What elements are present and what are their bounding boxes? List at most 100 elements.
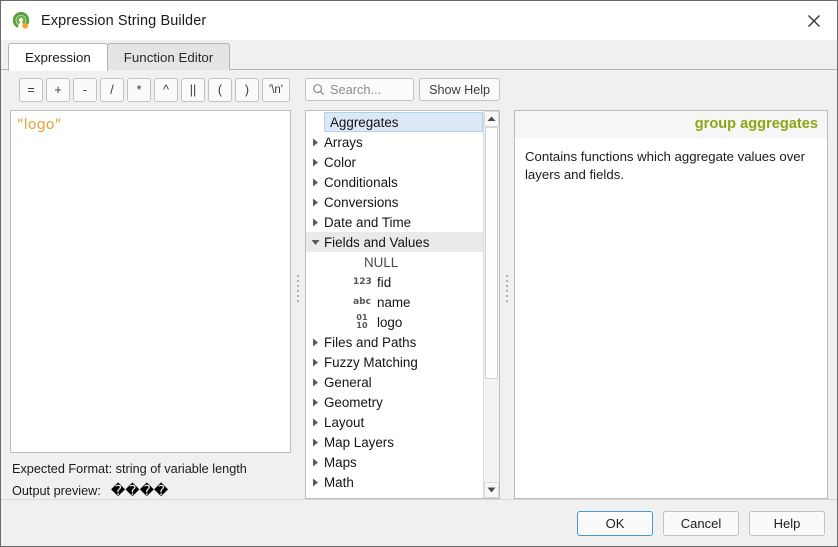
- tree-item-field-logo[interactable]: 0110 logo: [306, 312, 483, 332]
- tree-item-fuzzy-matching[interactable]: Fuzzy Matching: [306, 352, 483, 372]
- tree-item-label: NULL: [364, 255, 398, 270]
- help-description: Contains functions which aggregate value…: [515, 138, 827, 185]
- chevron-right-icon: [306, 178, 324, 187]
- help-button[interactable]: Help: [749, 511, 825, 536]
- scroll-down-icon[interactable]: [484, 482, 499, 498]
- chevron-right-icon: [306, 218, 324, 227]
- chevron-right-icon: [306, 458, 324, 467]
- expression-pane: = + - / * ^ || ( ) '\n' "logo" Expected …: [10, 78, 291, 499]
- splitter-right[interactable]: [500, 78, 514, 499]
- integer-field-icon: 123: [353, 278, 371, 287]
- tree-item-general[interactable]: General: [306, 372, 483, 392]
- tab-function-editor-label: Function Editor: [124, 50, 213, 65]
- tree-item-label: fid: [377, 275, 391, 290]
- operator-close-paren-button[interactable]: ): [235, 78, 259, 102]
- tab-function-editor[interactable]: Function Editor: [107, 43, 230, 70]
- operator-concat-button[interactable]: ||: [181, 78, 205, 102]
- tree-item-null[interactable]: NULL: [306, 252, 483, 272]
- operator-newline-button[interactable]: '\n': [262, 78, 290, 102]
- chevron-right-icon: [306, 438, 324, 447]
- tree-item-label: logo: [377, 315, 402, 330]
- operator-multiply-button[interactable]: *: [127, 78, 151, 102]
- tree-item-date-and-time[interactable]: Date and Time: [306, 212, 483, 232]
- title-bar: Expression String Builder: [1, 1, 837, 40]
- tree-item-fields-and-values[interactable]: Fields and Values: [306, 232, 483, 252]
- tree-item-conditionals[interactable]: Conditionals: [306, 172, 483, 192]
- chevron-right-icon: [306, 198, 324, 207]
- tree-item-label: Layout: [324, 415, 364, 430]
- panes-container: = + - / * ^ || ( ) '\n' "logo" Expected …: [10, 78, 828, 499]
- expression-string-builder-dialog: Expression String Builder Expression Fun…: [0, 0, 838, 547]
- help-box: group aggregates Contains functions whic…: [514, 110, 828, 499]
- tree-item-label: Math: [324, 475, 354, 490]
- text-field-icon: abc: [353, 298, 371, 307]
- tree-item-label: Geometry: [324, 395, 383, 410]
- chevron-right-icon: [306, 478, 324, 487]
- tree-item-maps[interactable]: Maps: [306, 452, 483, 472]
- search-row: Search... Show Help: [305, 78, 500, 101]
- tree-item-files-and-paths[interactable]: Files and Paths: [306, 332, 483, 352]
- tree-item-field-name[interactable]: abc name: [306, 292, 483, 312]
- dialog-body: = + - / * ^ || ( ) '\n' "logo" Expected …: [1, 70, 837, 499]
- operator-button-bar: = + - / * ^ || ( ) '\n': [10, 78, 291, 102]
- tree-item-arrays[interactable]: Arrays: [306, 132, 483, 152]
- tree-item-aggregates[interactable]: Aggregates: [324, 112, 483, 132]
- splitter-left[interactable]: [291, 78, 305, 499]
- show-help-button[interactable]: Show Help: [419, 78, 500, 101]
- tab-bar: Expression Function Editor: [1, 40, 837, 70]
- operator-divide-button[interactable]: /: [100, 78, 124, 102]
- tree-item-layout[interactable]: Layout: [306, 412, 483, 432]
- operator-minus-button[interactable]: -: [73, 78, 97, 102]
- chevron-right-icon: [306, 358, 324, 367]
- tree-scrollbar-thumb[interactable]: [485, 127, 498, 379]
- tree-item-label: Aggregates: [330, 115, 399, 130]
- tree-item-conversions[interactable]: Conversions: [306, 192, 483, 212]
- tree-item-map-layers[interactable]: Map Layers: [306, 432, 483, 452]
- status-area: Expected Format: string of variable leng…: [10, 453, 291, 499]
- tree-item-label: Files and Paths: [324, 335, 416, 350]
- output-preview-value: ����: [111, 483, 168, 499]
- operator-equals-button[interactable]: =: [19, 78, 43, 102]
- tree-item-label: Arrays: [324, 135, 363, 150]
- search-placeholder: Search...: [330, 82, 381, 97]
- help-title: group aggregates: [515, 111, 827, 138]
- close-icon[interactable]: [791, 1, 837, 40]
- tree-item-math[interactable]: Math: [306, 472, 483, 492]
- function-tree: Aggregates Arrays Color Conditio: [305, 110, 500, 499]
- operator-power-button[interactable]: ^: [154, 78, 178, 102]
- chevron-right-icon: [306, 418, 324, 427]
- chevron-right-icon: [306, 138, 324, 147]
- chevron-right-icon: [306, 378, 324, 387]
- chevron-right-icon: [306, 398, 324, 407]
- cancel-button[interactable]: Cancel: [663, 511, 739, 536]
- ok-button[interactable]: OK: [577, 511, 653, 536]
- tree-scrollbar-track[interactable]: [484, 127, 499, 482]
- function-tree-pane: Search... Show Help Aggregates Arrays: [305, 78, 500, 499]
- tree-item-label: name: [377, 295, 411, 310]
- expression-input[interactable]: "logo": [10, 110, 291, 453]
- tree-item-label: General: [324, 375, 372, 390]
- search-input[interactable]: Search...: [305, 78, 414, 101]
- qgis-logo-icon: [10, 10, 32, 32]
- tree-item-label: Fuzzy Matching: [324, 355, 418, 370]
- scroll-up-icon[interactable]: [484, 111, 499, 127]
- help-pane: group aggregates Contains functions whic…: [514, 78, 828, 499]
- output-preview-label: Output preview:: [12, 484, 101, 498]
- tree-scrollbar[interactable]: [483, 111, 499, 498]
- binary-field-icon: 0110: [353, 314, 371, 329]
- tree-item-label: Date and Time: [324, 215, 411, 230]
- tree-item-color[interactable]: Color: [306, 152, 483, 172]
- tree-item-geometry[interactable]: Geometry: [306, 392, 483, 412]
- splitter-grip-icon: [297, 275, 299, 302]
- window-title: Expression String Builder: [41, 13, 206, 29]
- tree-item-label: Map Layers: [324, 435, 394, 450]
- function-tree-list: Aggregates Arrays Color Conditio: [306, 111, 483, 498]
- operator-plus-button[interactable]: +: [46, 78, 70, 102]
- search-icon: [312, 83, 325, 96]
- expected-format-label: Expected Format: string of variable leng…: [12, 462, 247, 476]
- tab-expression-label: Expression: [25, 50, 91, 65]
- tab-expression[interactable]: Expression: [8, 43, 108, 71]
- tree-item-label: Fields and Values: [324, 235, 429, 250]
- operator-open-paren-button[interactable]: (: [208, 78, 232, 102]
- tree-item-field-fid[interactable]: 123 fid: [306, 272, 483, 292]
